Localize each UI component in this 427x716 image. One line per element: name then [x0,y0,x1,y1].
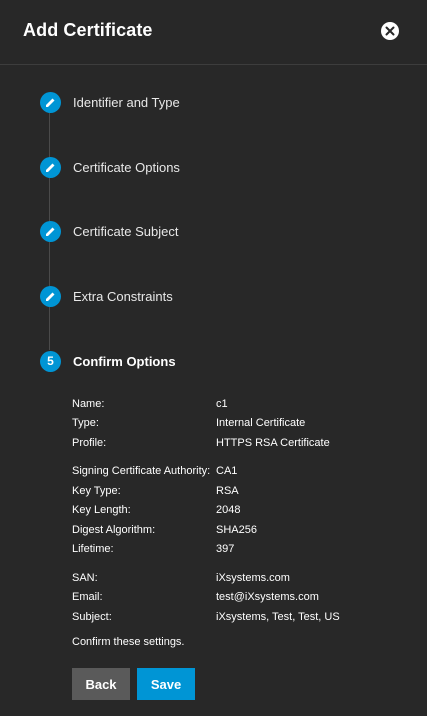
dialog-title: Add Certificate [23,20,153,40]
step-label: Certificate Options [73,159,180,175]
close-button[interactable] [381,22,399,40]
summary-row: Name: c1 [72,394,340,414]
summary-key: Type: [72,417,99,430]
step-edit-badge [40,220,61,242]
summary-key: Subject: [72,610,112,623]
summary-row: Profile: HTTPS RSA Certificate [72,433,340,453]
summary-key: Key Length: [72,504,131,517]
close-icon [385,26,395,36]
summary-group-options: Signing Certificate Authority: CA1 Key T… [72,462,340,560]
summary-value: iXsystems.com [216,571,290,584]
step-edit-badge [40,156,61,178]
summary-value: RSA [216,484,239,497]
summary-value: iXsystems, Test, Test, US [216,610,340,623]
summary-key: Name: [72,397,105,410]
summary-row: Email: test@iXsystems.com [72,588,340,608]
summary-row: Key Length: 2048 [72,501,340,521]
summary-value: SHA256 [216,523,257,536]
summary-key: Key Type: [72,484,121,497]
step-label: Certificate Subject [73,223,179,239]
summary-row: Type: Internal Certificate [72,414,340,434]
summary-value: CA1 [216,465,238,478]
summary-row: Subject: iXsystems, Test, Test, US [72,607,340,627]
summary-group-general: Name: c1 Type: Internal Certificate Prof… [72,394,340,453]
pencil-icon [46,98,55,107]
step-edit-badge [40,285,61,307]
summary-value: Internal Certificate [216,417,306,430]
step-label: Extra Constraints [73,288,173,304]
summary-value: 2048 [216,504,241,517]
summary-group-subject: SAN: iXsystems.com Email: test@iXsystems… [72,568,340,627]
step-number: 5 [47,354,54,368]
summary-value: test@iXsystems.com [216,591,319,604]
pencil-icon [46,163,55,172]
summary-key: SAN: [72,571,98,584]
summary-key: Digest Algorithm: [72,523,156,536]
pencil-icon [46,227,55,236]
pencil-icon [46,292,55,301]
summary-key: Signing Certificate Authority: [72,465,211,478]
summary-row: Lifetime: 397 [72,540,340,560]
summary-row: SAN: iXsystems.com [72,568,340,588]
step-extra-constraints[interactable]: Extra Constraints [40,285,173,307]
summary-value: 397 [216,543,235,556]
summary-row: Digest Algorithm: SHA256 [72,520,340,540]
summary-row: Key Type: RSA [72,481,340,501]
confirm-summary: Name: c1 Type: Internal Certificate Prof… [72,394,340,636]
dialog-header: Add Certificate [0,0,427,65]
step-edit-badge [40,91,61,113]
confirm-message: Confirm these settings. [72,636,185,648]
step-number-badge: 5 [40,350,61,372]
step-certificate-subject[interactable]: Certificate Subject [40,220,179,242]
summary-key: Lifetime: [72,543,114,556]
back-button[interactable]: Back [72,668,130,700]
summary-key: Email: [72,591,103,604]
step-label: Identifier and Type [73,94,180,110]
summary-row: Signing Certificate Authority: CA1 [72,462,340,482]
summary-value: c1 [216,397,228,410]
step-confirm-options[interactable]: 5 Confirm Options [40,350,176,372]
summary-key: Profile: [72,436,107,449]
step-certificate-options[interactable]: Certificate Options [40,156,180,178]
summary-value: HTTPS RSA Certificate [216,436,330,449]
step-identifier-and-type[interactable]: Identifier and Type [40,91,180,113]
step-label: Confirm Options [73,353,176,369]
save-button[interactable]: Save [137,668,195,700]
